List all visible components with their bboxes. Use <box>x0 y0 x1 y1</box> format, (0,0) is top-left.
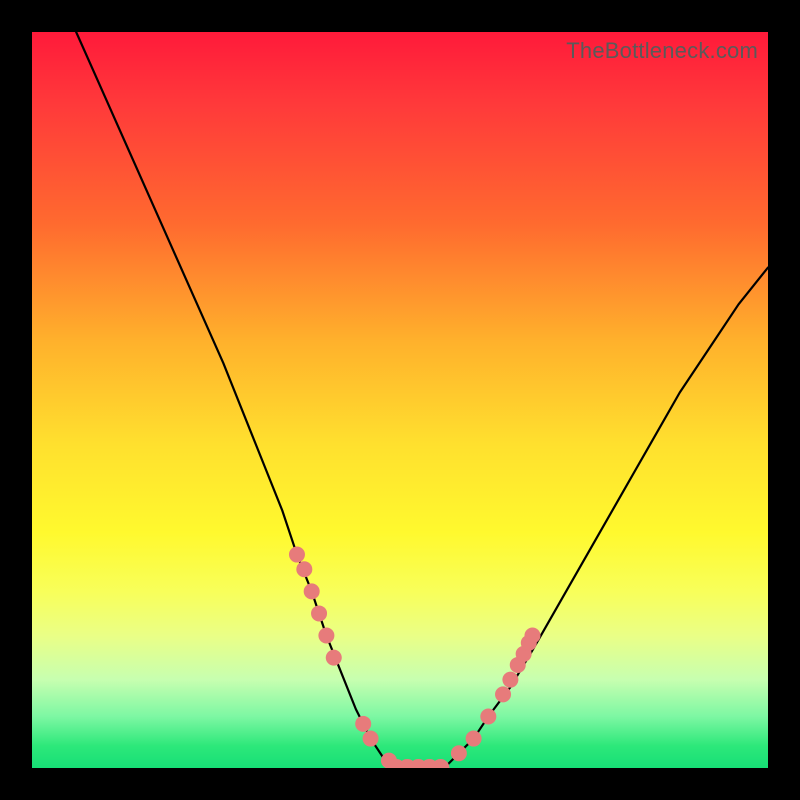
curve-group <box>76 32 768 768</box>
marker-dot <box>289 547 305 563</box>
marker-dot <box>296 561 312 577</box>
marker-dot <box>466 731 482 747</box>
marker-dot <box>524 628 540 644</box>
chart-frame: TheBottleneck.com <box>0 0 800 800</box>
marker-dot <box>480 708 496 724</box>
marker-dot <box>311 605 327 621</box>
marker-group <box>289 547 541 768</box>
marker-dot <box>326 650 342 666</box>
marker-dot <box>355 716 371 732</box>
plot-area: TheBottleneck.com <box>32 32 768 768</box>
marker-dot <box>502 672 518 688</box>
marker-dot <box>304 583 320 599</box>
marker-dot <box>451 745 467 761</box>
marker-dot <box>495 686 511 702</box>
marker-dot <box>318 628 334 644</box>
marker-dot <box>363 731 379 747</box>
v-curve <box>76 32 768 768</box>
chart-svg <box>32 32 768 768</box>
